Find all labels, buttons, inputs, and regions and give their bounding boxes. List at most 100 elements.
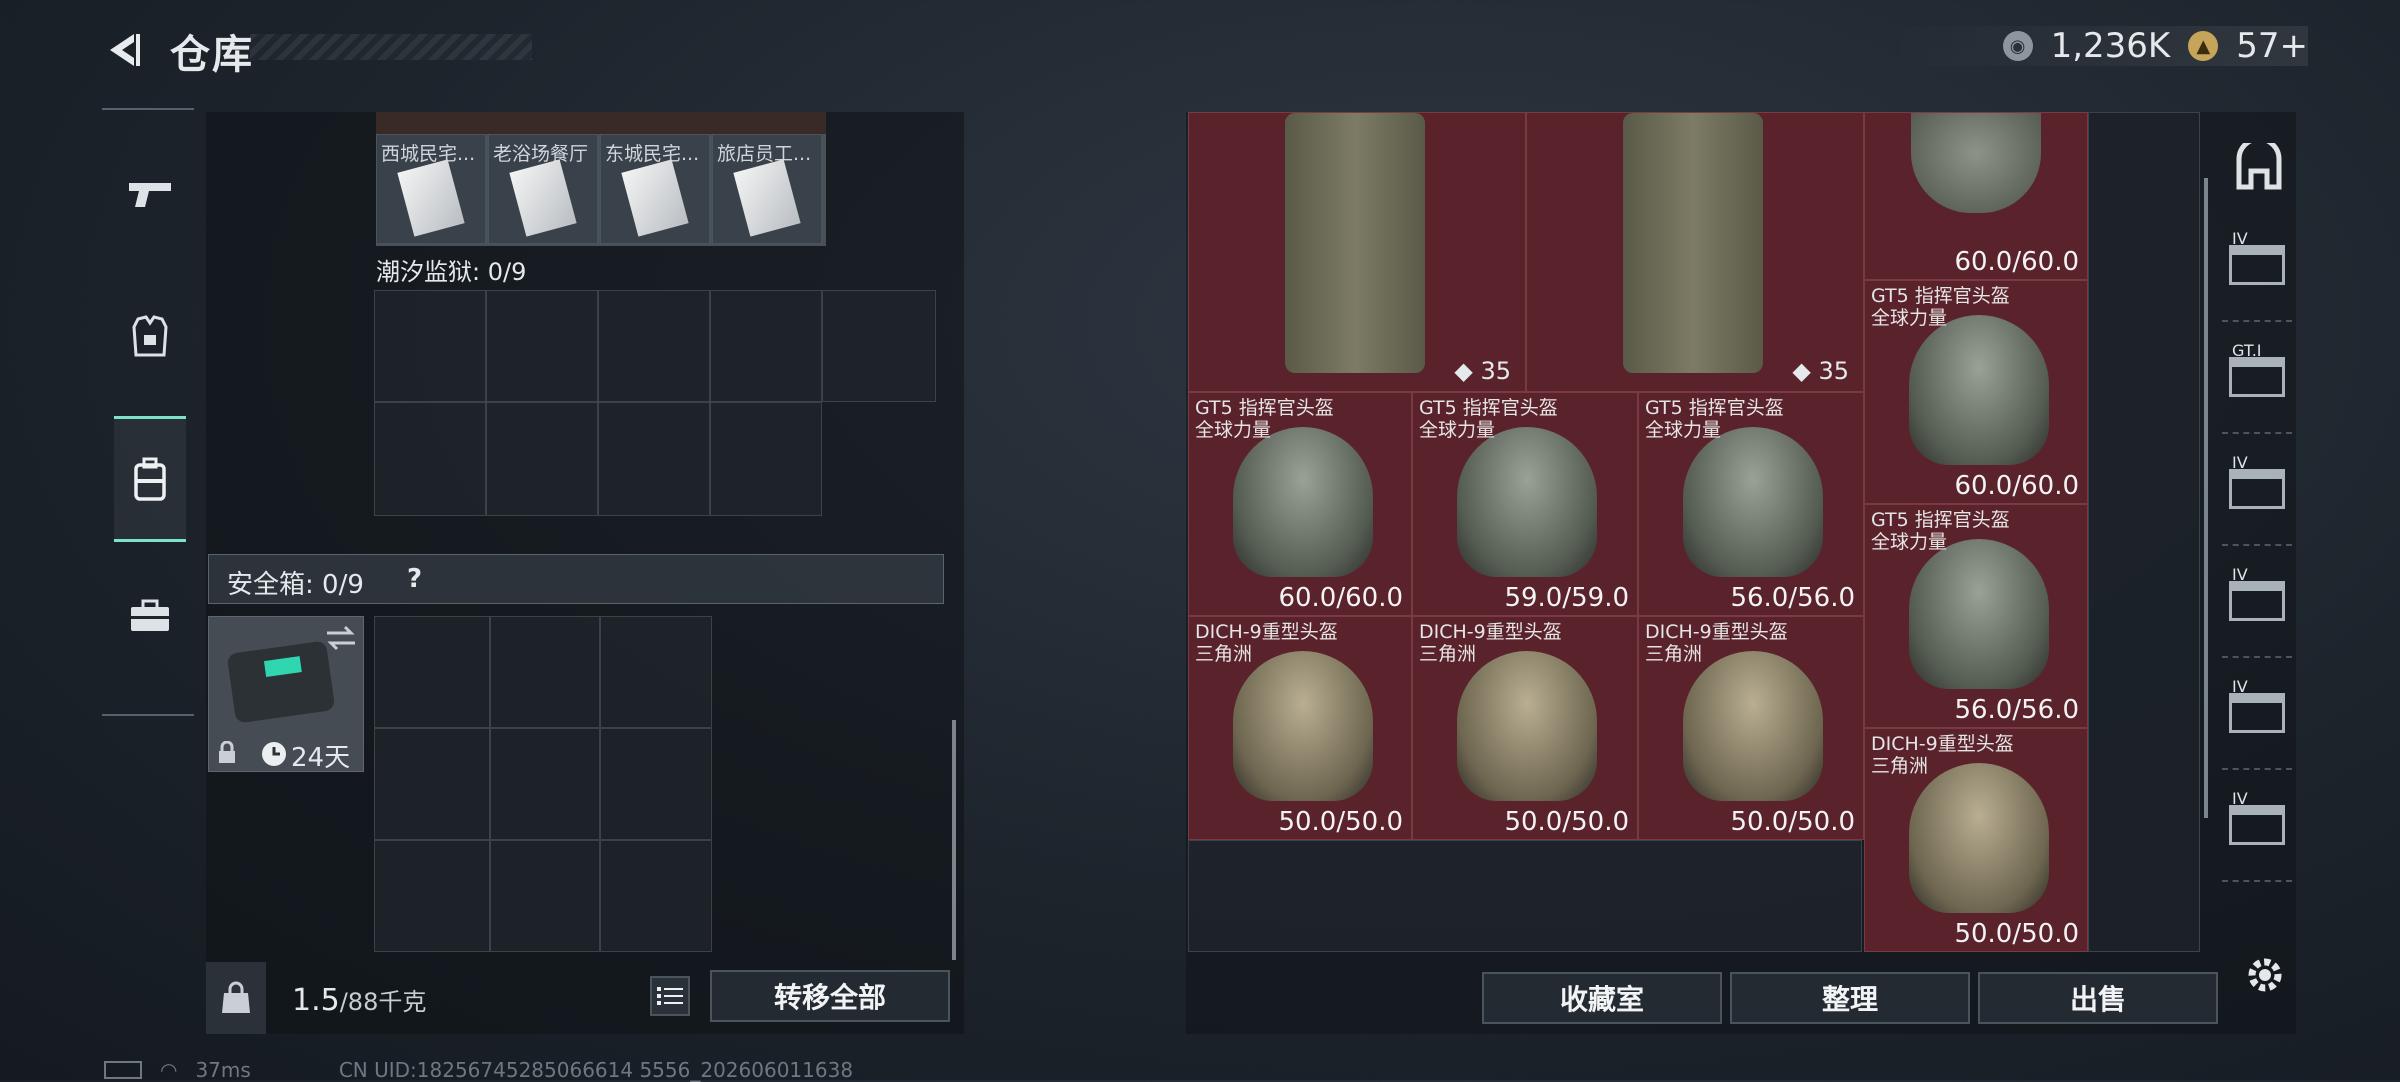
keycard-icon — [397, 159, 465, 237]
item-name: 西城民宅... — [381, 143, 476, 165]
section-label: 潮汐监狱: 0/9 — [376, 258, 527, 286]
sell-button[interactable]: 出售 — [1978, 972, 2218, 1024]
grid-slot[interactable] — [486, 402, 598, 516]
grid-slot[interactable] — [374, 290, 486, 402]
stash-helmet-item[interactable]: DICH-9重型头盔 三角洲 50.0/50.0 — [1638, 616, 1864, 840]
item-card[interactable]: 老浴场餐厅 — [488, 134, 598, 244]
help-icon[interactable]: ? — [407, 564, 422, 594]
ping-label: 37ms — [195, 1058, 251, 1082]
item-name: DICH-9重型头盔 三角洲 — [1871, 733, 2014, 777]
backpack-scrollbar[interactable] — [952, 720, 956, 960]
safe-slot[interactable] — [374, 840, 490, 952]
stash-backpack-item[interactable]: ◆ 35 — [1188, 112, 1526, 392]
stash-helmet-item[interactable]: GT5 指挥官头盔 全球力量 60.0/60.0 — [1864, 280, 2088, 504]
stash-helmet-item[interactable]: GT5 指挥官头盔 全球力量 60.0/60.0 — [1188, 392, 1412, 616]
item-card[interactable]: 西城民宅... — [376, 134, 486, 244]
backpack-icon — [134, 457, 166, 501]
safe-box-item[interactable]: 24天 — [208, 616, 364, 773]
helmet-name: DICH-9重型头盔 — [1419, 621, 1562, 643]
swap-icon[interactable] — [325, 625, 357, 651]
item-name: GT5 指挥官头盔 全球力量 — [1871, 509, 2010, 553]
safe-slot[interactable] — [600, 840, 712, 952]
stash-helmet-item[interactable]: DICH-9重型头盔 三角洲 50.0/50.0 — [1412, 616, 1638, 840]
helmet-faction: 全球力量 — [1195, 419, 1272, 441]
stash-helmet-item[interactable]: GT5 指挥官头盔 全球力量 56.0/56.0 — [1638, 392, 1864, 616]
stash-scrollbar[interactable] — [2204, 178, 2208, 818]
item-card[interactable]: 东城民宅... — [600, 134, 710, 244]
stash-tab-5[interactable]: IV — [2222, 658, 2292, 770]
helmet-name: DICH-9重型头盔 — [1195, 621, 1338, 643]
helmet-faction: 三角洲 — [1195, 643, 1253, 665]
nav-toolbox[interactable] — [114, 556, 186, 676]
item-name: 旅店员工... — [717, 143, 812, 165]
list-view-button[interactable] — [650, 976, 690, 1016]
collection-room-button[interactable]: 收藏室 — [1482, 972, 1722, 1024]
organize-button[interactable]: 整理 — [1730, 972, 1970, 1024]
transfer-all-button[interactable]: 转移全部 — [710, 970, 950, 1022]
safe-slot[interactable] — [600, 616, 712, 728]
grid-slot[interactable] — [710, 402, 822, 516]
stash-empty-column[interactable] — [2088, 112, 2200, 952]
stash-backpack-item[interactable]: ◆ 35 — [1526, 112, 1864, 392]
safe-slot[interactable] — [600, 728, 712, 840]
stash-helmet-item[interactable]: GT5 指挥官头盔 全球力量 56.0/56.0 — [1864, 504, 2088, 728]
stash-tab-1[interactable]: IV — [2222, 210, 2292, 322]
shelf-icon: IV — [2229, 565, 2285, 621]
durability-label: 50.0/50.0 — [1504, 807, 1629, 837]
grid-slot[interactable] — [822, 290, 936, 402]
keycard-icon — [733, 159, 801, 237]
nav-backpack[interactable] — [114, 416, 186, 542]
stash-helmet-item[interactable]: DICH-9重型头盔 三角洲 50.0/50.0 — [1864, 728, 2088, 952]
weight-current: 1.5 — [292, 983, 340, 1018]
backpack-capacity: ◆ 35 — [1792, 357, 1849, 385]
settings-button[interactable] — [2240, 950, 2290, 1000]
backpack-image — [1285, 113, 1425, 373]
helmet-name: GT5 指挥官头盔 — [1645, 397, 1784, 419]
stash-tab-2[interactable]: GT.I — [2222, 322, 2292, 434]
stash-tab-3[interactable]: IV — [2222, 434, 2292, 546]
item-card[interactable]: 旅店员工... — [712, 134, 822, 244]
shelf-level-label: IV — [2232, 453, 2248, 472]
back-button[interactable] — [100, 26, 148, 74]
stash-tab-6[interactable]: IV — [2222, 770, 2292, 882]
ticket-icon: ▲ — [2188, 31, 2219, 61]
stash-empty-row[interactable] — [1188, 840, 1862, 952]
helmet-name: GT5 指挥官头盔 — [1419, 397, 1558, 419]
weight-max: /88千克 — [339, 988, 427, 1016]
shelf-level-label: GT.I — [2232, 341, 2262, 360]
status-bar: ◠ 37ms CN UID:18256745285066614 5556_202… — [104, 1058, 853, 1082]
uid-label: CN UID:18256745285066614 5556_2026060116… — [338, 1058, 854, 1082]
safe-slot[interactable] — [374, 616, 490, 728]
stash-tab-all[interactable] — [2234, 142, 2284, 192]
stash-helmet-item[interactable]: GT5 指挥官头盔 全球力量 59.0/59.0 — [1412, 392, 1638, 616]
safe-slot[interactable] — [490, 616, 600, 728]
safe-slot[interactable] — [374, 728, 490, 840]
item-name: 老浴场餐厅 — [493, 143, 589, 165]
safe-slot[interactable] — [490, 728, 600, 840]
stash-helmet-item[interactable]: DICH-9重型头盔 三角洲 50.0/50.0 — [1188, 616, 1412, 840]
helmet-image — [1233, 651, 1373, 801]
backpack-image — [1623, 113, 1763, 373]
grid-slot[interactable] — [598, 290, 710, 402]
shelter-icon — [2236, 143, 2282, 190]
stash-helmet-item[interactable]: 60.0/60.0 — [1864, 112, 2088, 280]
helmet-image — [1233, 427, 1373, 577]
weight-lock[interactable] — [206, 962, 266, 1034]
keycard-icon — [621, 159, 689, 237]
safe-slot[interactable] — [490, 840, 600, 952]
list-icon — [657, 987, 683, 1005]
item-name: 东城民宅... — [605, 143, 700, 165]
helmet-name: DICH-9重型头盔 — [1871, 733, 2014, 755]
shelf-level-label: IV — [2232, 677, 2248, 696]
grid-slot[interactable] — [486, 290, 598, 402]
durability-label: 56.0/56.0 — [1954, 695, 2079, 725]
nav-armor[interactable] — [114, 276, 186, 396]
gear-icon — [2248, 958, 2282, 992]
item-name: DICH-9重型头盔 三角洲 — [1419, 621, 1562, 665]
nav-weapons[interactable] — [114, 134, 186, 254]
grid-slot[interactable] — [710, 290, 822, 402]
helmet-image — [1909, 763, 2049, 913]
grid-slot[interactable] — [598, 402, 710, 516]
grid-slot[interactable] — [374, 402, 486, 516]
stash-tab-4[interactable]: IV — [2222, 546, 2292, 658]
